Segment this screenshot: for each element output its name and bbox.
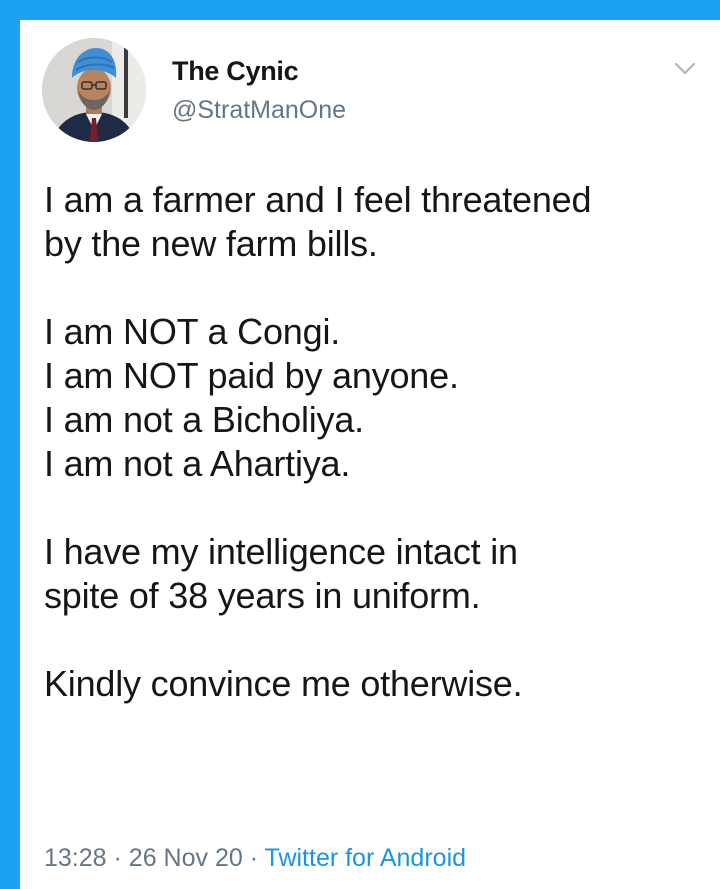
tweet-paragraph: I am NOT a Congi. I am NOT paid by anyon…: [44, 310, 706, 486]
tweet-menu-button[interactable]: [672, 58, 698, 78]
tweet-line: I am NOT a Congi.: [44, 311, 341, 352]
tweet-line: I am not a Ahartiya.: [44, 443, 351, 484]
tweet-text: I am a farmer and I feel threatened by t…: [44, 178, 706, 706]
tweet-line: I am a farmer and I feel threatened: [44, 179, 592, 220]
meta-separator: ·: [249, 844, 259, 872]
tweet-meta: 13:28 · 26 Nov 20 · Twitter for Android: [44, 842, 466, 874]
tweet-header: The Cynic @StratManOne: [42, 38, 698, 148]
tweet-line: spite of 38 years in uniform.: [44, 575, 481, 616]
tweet-line: I am not a Bicholiya.: [44, 399, 364, 440]
author-names: The Cynic @StratManOne: [172, 54, 346, 126]
tweet-paragraph: I have my intelligence intact in spite o…: [44, 530, 706, 618]
blue-border-frame: The Cynic @StratManOne I am a farmer and…: [0, 0, 720, 889]
tweet-line: I have my intelligence intact in: [44, 531, 518, 572]
avatar[interactable]: [42, 38, 146, 142]
chevron-down-icon: [674, 62, 696, 75]
profile-photo-icon: [42, 38, 146, 142]
tweet-date[interactable]: 26 Nov 20: [129, 844, 243, 872]
display-name[interactable]: The Cynic: [172, 54, 346, 88]
tweet-time[interactable]: 13:28: [44, 844, 107, 872]
tweet-paragraph: Kindly convince me otherwise.: [44, 662, 706, 706]
tweet-source-link[interactable]: Twitter for Android: [265, 844, 466, 872]
tweet-line: I am NOT paid by anyone.: [44, 355, 459, 396]
tweet-card: The Cynic @StratManOne I am a farmer and…: [20, 20, 720, 889]
tweet-line: by the new farm bills.: [44, 223, 378, 264]
tweet-line: Kindly convince me otherwise.: [44, 663, 523, 704]
meta-separator: ·: [113, 844, 122, 872]
tweet-paragraph: I am a farmer and I feel threatened by t…: [44, 178, 706, 266]
user-handle[interactable]: @StratManOne: [172, 94, 346, 126]
